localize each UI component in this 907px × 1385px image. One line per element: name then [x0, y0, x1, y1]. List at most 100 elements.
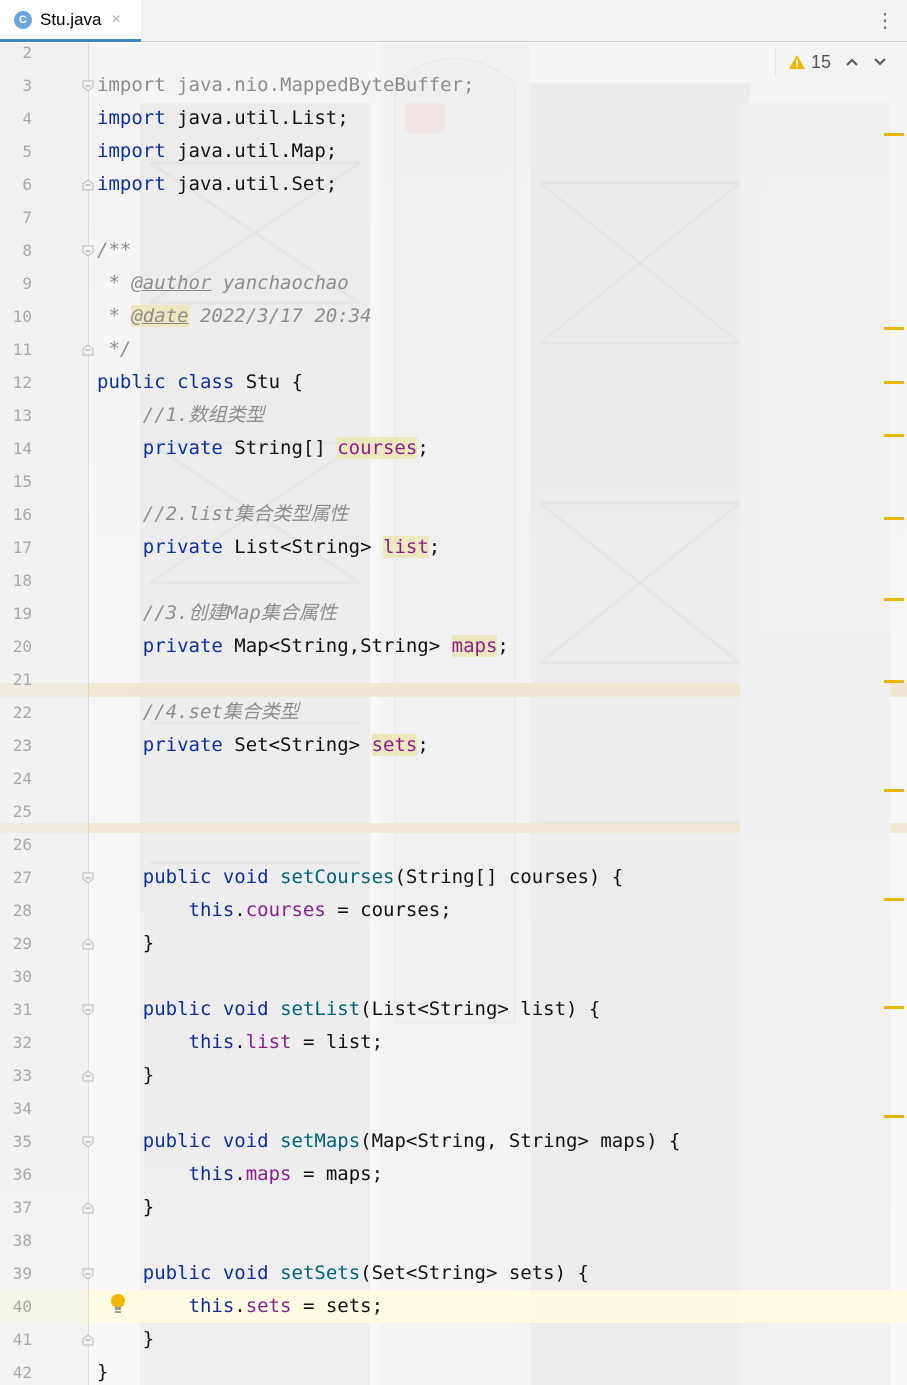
code-line[interactable]: this.courses = courses;	[97, 894, 452, 927]
code-line[interactable]: import java.nio.MappedByteBuffer;	[97, 69, 475, 102]
line-number: 41	[12, 1330, 32, 1349]
code-line[interactable]: //2.list集合类型属性	[97, 498, 349, 531]
fold-marker-icon[interactable]	[81, 79, 95, 93]
code-line[interactable]: import java.util.Map;	[97, 135, 337, 168]
code-line[interactable]: private String[] courses;	[97, 432, 429, 465]
line-number: 42	[12, 1363, 32, 1382]
fold-marker-icon[interactable]	[81, 1333, 95, 1347]
editor-tab-bar: C Stu.java × ⋮	[0, 0, 907, 42]
warning-stripe-marker[interactable]	[884, 598, 904, 601]
fold-marker-icon[interactable]	[81, 244, 95, 258]
code-line[interactable]: //3.创建Map集合属性	[97, 597, 337, 630]
code-line[interactable]: public void setList(List<String> list) {	[97, 993, 601, 1026]
code-line[interactable]: * @author yanchaochao	[97, 267, 348, 300]
line-number: 16	[12, 505, 32, 524]
fold-marker-icon[interactable]	[81, 1069, 95, 1083]
line-number: 33	[12, 1066, 32, 1085]
chevron-up-icon	[846, 58, 858, 66]
code-line[interactable]: }	[97, 1191, 154, 1224]
fold-marker-icon[interactable]	[81, 1201, 95, 1215]
line-number: 36	[12, 1165, 32, 1184]
lightbulb-icon[interactable]	[110, 1293, 126, 1317]
line-number: 4	[22, 109, 32, 128]
line-number: 11	[12, 340, 32, 359]
line-number: 26	[12, 835, 32, 854]
line-number: 34	[12, 1099, 32, 1118]
code-line[interactable]: //4.set集合类型	[97, 696, 299, 729]
code-editor[interactable]: 2 3 import java.nio.MappedByteBuffer; 4 impo…	[0, 43, 907, 1385]
code-line[interactable]: import java.util.List;	[97, 102, 349, 135]
line-number: 22	[12, 703, 32, 722]
warning-stripe-marker[interactable]	[884, 434, 904, 437]
code-line[interactable]: public void setSets(Set<String> sets) {	[97, 1257, 589, 1290]
warning-stripe-marker[interactable]	[884, 680, 904, 683]
next-highlight-button[interactable]	[873, 54, 887, 70]
java-class-icon: C	[14, 10, 32, 29]
warning-stripe-marker[interactable]	[884, 327, 904, 330]
more-options-icon[interactable]: ⋮	[875, 11, 895, 31]
code-line[interactable]: this.maps = maps;	[97, 1158, 384, 1191]
tab-title: Stu.java	[40, 9, 102, 29]
fold-marker-icon[interactable]	[81, 343, 95, 357]
warning-stripe-marker[interactable]	[884, 789, 904, 792]
line-number: 32	[12, 1033, 32, 1052]
fold-marker-icon[interactable]	[81, 178, 95, 192]
code-line[interactable]: private Map<String,String> maps;	[97, 630, 509, 663]
line-number: 31	[12, 1000, 32, 1019]
code-line[interactable]: * @date 2022/3/17 20:34	[97, 300, 372, 333]
code-line[interactable]: }	[97, 1059, 154, 1092]
tab-stu-java[interactable]: C Stu.java ×	[0, 0, 141, 42]
line-number: 30	[12, 967, 32, 986]
line-number: 37	[12, 1198, 32, 1217]
warning-stripe-marker[interactable]	[884, 381, 904, 384]
code-line[interactable]: this.sets = sets;	[97, 1290, 384, 1323]
code-line[interactable]: public void setMaps(Map<String, String> …	[97, 1125, 681, 1158]
line-number: 14	[12, 439, 32, 458]
line-number: 29	[12, 934, 32, 953]
warning-stripe-marker[interactable]	[884, 1115, 904, 1118]
fold-marker-icon[interactable]	[81, 1135, 95, 1149]
code-line[interactable]: public void setCourses(String[] courses)…	[97, 861, 623, 894]
warning-stripe-marker[interactable]	[884, 1006, 904, 1009]
warning-stripe-marker[interactable]	[884, 133, 904, 136]
close-icon[interactable]: ×	[111, 11, 120, 29]
line-number: 23	[12, 736, 32, 755]
code-line[interactable]: this.list = list;	[97, 1026, 384, 1059]
line-number: 8	[22, 241, 32, 260]
warning-count: 15	[811, 51, 832, 72]
code-line[interactable]: }	[97, 1323, 154, 1356]
fold-marker-icon[interactable]	[81, 871, 95, 885]
line-number: 40	[12, 1297, 32, 1316]
warning-stripe-marker[interactable]	[884, 517, 904, 520]
fold-marker-icon[interactable]	[81, 1267, 95, 1281]
code-line[interactable]: }	[97, 1356, 108, 1385]
warning-triangle-icon	[789, 55, 805, 69]
line-number: 35	[12, 1132, 32, 1151]
code-line[interactable]: public class Stu {	[97, 366, 303, 399]
line-number: 9	[22, 274, 32, 293]
warning-stripe-marker[interactable]	[884, 898, 904, 901]
fold-marker-icon[interactable]	[81, 937, 95, 951]
line-number: 6	[22, 175, 32, 194]
inspection-widget[interactable]: 15	[775, 48, 905, 76]
code-line[interactable]: private Set<String> sets;	[97, 729, 429, 762]
previous-highlight-button[interactable]	[845, 54, 859, 70]
line-number: 18	[12, 571, 32, 590]
line-number: 19	[12, 604, 32, 623]
code-line[interactable]: /**	[97, 234, 131, 267]
line-number: 2	[22, 43, 32, 62]
line-number: 5	[22, 142, 32, 161]
code-line[interactable]: //1.数组类型	[97, 399, 265, 432]
chevron-down-icon	[874, 58, 886, 66]
code-line[interactable]: }	[97, 927, 154, 960]
line-number: 25	[12, 802, 32, 821]
code-line[interactable]: private List<String> list;	[97, 531, 440, 564]
line-number: 28	[12, 901, 32, 920]
line-number: 17	[12, 538, 32, 557]
line-number: 27	[12, 868, 32, 887]
line-number: 3	[22, 76, 32, 95]
line-number: 7	[22, 208, 32, 227]
code-line[interactable]: import java.util.Set;	[97, 168, 337, 201]
fold-marker-icon[interactable]	[81, 1003, 95, 1017]
code-line[interactable]: */	[97, 333, 131, 366]
